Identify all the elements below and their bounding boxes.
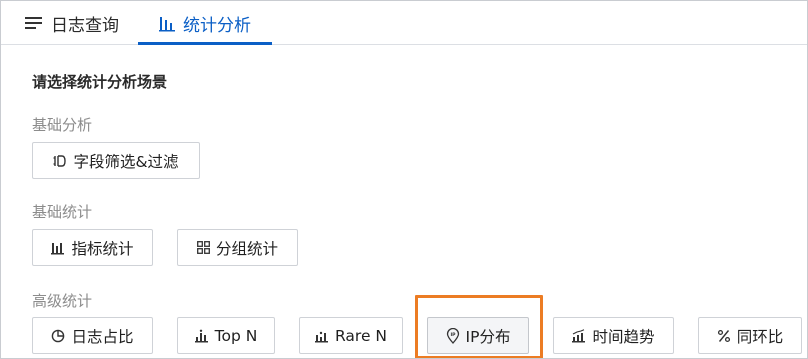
time-trend-button[interactable]: 时间趋势 xyxy=(553,317,674,354)
tab-label: 日志查询 xyxy=(51,15,119,36)
button-label: 分组统计 xyxy=(215,239,278,258)
ip-location-icon: IP xyxy=(446,327,460,344)
ip-distribution-button[interactable]: IP IP分布 xyxy=(427,317,529,354)
statistics-panel: 日志查询 统计分析 请选择统计分析场景 基础分析 字段筛选&过滤 基础统计 指标… xyxy=(0,0,808,359)
grid-icon xyxy=(197,241,210,254)
button-label: 日志占比 xyxy=(71,327,134,346)
filter-icon xyxy=(53,154,67,168)
button-label: 同环比 xyxy=(736,327,784,346)
button-label: IP分布 xyxy=(465,327,511,346)
top-bars-icon xyxy=(194,329,209,343)
button-label: 指标统计 xyxy=(71,239,134,258)
tab-statistics[interactable]: 统计分析 xyxy=(138,1,272,45)
field-filter-button[interactable]: 字段筛选&过滤 xyxy=(32,142,200,179)
svg-text:IP: IP xyxy=(450,332,456,338)
tab-log-query[interactable]: 日志查询 xyxy=(25,1,119,45)
metric-bars-icon xyxy=(51,241,65,255)
tab-bar: 日志查询 统计分析 xyxy=(1,1,807,45)
active-tab-indicator xyxy=(138,42,272,45)
group-stats-button[interactable]: 分组统计 xyxy=(177,229,298,266)
trend-icon xyxy=(572,328,586,343)
button-label: 时间趋势 xyxy=(592,327,655,346)
section-label-basic-stats: 基础统计 xyxy=(32,203,93,221)
metric-stats-button[interactable]: 指标统计 xyxy=(32,229,153,266)
button-label: 字段筛选&过滤 xyxy=(73,152,179,171)
log-proportion-button[interactable]: 日志占比 xyxy=(32,317,153,354)
percent-icon xyxy=(717,329,731,343)
tab-label: 统计分析 xyxy=(183,15,251,36)
rare-n-button[interactable]: Rare N xyxy=(299,317,403,354)
list-lines-icon xyxy=(25,16,43,30)
section-label-advanced-stats: 高级统计 xyxy=(32,292,93,310)
period-comparison-button[interactable]: 同环比 xyxy=(698,317,802,354)
bar-chart-icon xyxy=(159,15,175,32)
button-label: Top N xyxy=(214,326,258,345)
section-label-basic-analysis: 基础分析 xyxy=(32,116,93,134)
top-n-button[interactable]: Top N xyxy=(177,317,275,354)
button-label: Rare N xyxy=(334,326,388,345)
pie-icon xyxy=(51,329,65,343)
rare-bars-icon xyxy=(314,329,329,343)
scenario-heading: 请选择统计分析场景 xyxy=(32,73,168,91)
